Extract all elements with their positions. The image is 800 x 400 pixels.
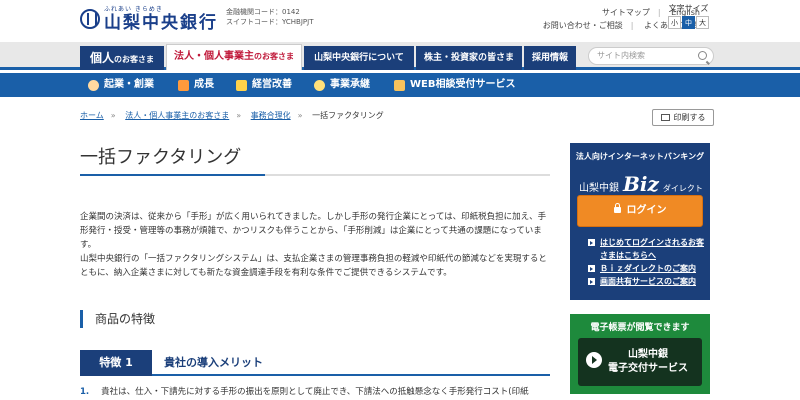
arrow-right-icon — [586, 352, 602, 368]
feature-heading: 特徴 1 貴社の導入メリット — [80, 350, 550, 376]
feature-badge: 特徴 1 — [80, 350, 152, 376]
e-document-panel: 電子帳票が閲覧できます 山梨中銀 電子交付サービス — [570, 314, 710, 394]
lock-icon — [613, 203, 621, 213]
biz-direct-panel: 法人向けインターネットバンキング 山梨中銀 Biz ダイレクト ログイン はじめてロ… — [570, 143, 710, 300]
sub-nav: 起業・創業 成長 経営改善 事業承継 WEB相談受付サービス — [0, 73, 800, 97]
biz-direct-info-link[interactable]: Ｂｉｚダイレクトのご案内 — [588, 262, 706, 275]
tab-about[interactable]: 山梨中央銀行について — [304, 46, 414, 70]
tab-recruit[interactable]: 採用情報 — [524, 46, 576, 70]
tab-corporate[interactable]: 法人・個人事業主のお客さま — [166, 44, 302, 70]
breadcrumb-rationalization[interactable]: 事務合理化 — [251, 111, 291, 120]
font-size-control: 文字サイズ 小 中 大 — [668, 3, 709, 29]
font-size-small-button[interactable]: 小 — [668, 16, 681, 29]
subnav-succession[interactable]: 事業承継 — [314, 73, 370, 97]
breadcrumb-current: 一括ファクタリング — [312, 111, 384, 120]
screen-share-link[interactable]: 画面共有サービスのご案内 — [588, 275, 706, 288]
tab-investors[interactable]: 株主・投資家の皆さま — [416, 46, 522, 70]
title-divider — [80, 174, 550, 176]
consult-icon — [394, 79, 405, 91]
intro-paragraph-1: 企業間の決済は、従来から「手形」が広く用いられてきました。しかし手形の発行企業に… — [80, 212, 547, 250]
subnav-startup[interactable]: 起業・創業 — [88, 73, 154, 97]
subnav-growth[interactable]: 成長 — [178, 73, 214, 97]
main-nav: 個人のお客さま 法人・個人事業主のお客さま 山梨中央銀行について 株主・投資家の… — [0, 42, 800, 70]
feature-title: 貴社の導入メリット — [164, 356, 263, 369]
handshake-icon — [314, 79, 325, 91]
print-button[interactable]: 印刷する — [652, 109, 714, 126]
subnav-web-consult[interactable]: WEB相談受付サービス — [394, 73, 515, 97]
logo-name: 山梨中央銀行 — [104, 13, 218, 33]
breadcrumb: ホーム» 法人・個人事業主のお客さま» 事務合理化» 一括ファクタリング — [80, 111, 384, 120]
person-icon — [88, 79, 99, 91]
list-item: 1. 貴社は、仕入・下請先に対する手形の振出を原則として廃止でき、下請法への抵触懸… — [80, 385, 550, 397]
e-document-heading: 電子帳票が閲覧できます — [590, 323, 690, 333]
font-size-medium-button[interactable]: 中 — [682, 16, 695, 29]
intro-paragraph-2: 山梨中央銀行の「一括ファクタリングシステム」は、支払企業さまの管理事務負担の軽減… — [80, 254, 547, 278]
breadcrumb-corporate[interactable]: 法人・個人事業主のお客さま — [125, 111, 229, 120]
font-size-label: 文字サイズ — [668, 4, 709, 13]
login-button[interactable]: ログイン — [577, 195, 703, 227]
font-size-large-button[interactable]: 大 — [696, 16, 709, 29]
sitemap-link[interactable]: サイトマップ — [602, 8, 650, 17]
breadcrumb-home[interactable]: ホーム — [80, 111, 104, 120]
site-header: ふれあい きらめき 山梨中央銀行 金融機関コード：0142 スイフトコード：YC… — [0, 0, 800, 42]
bank-logo-icon — [80, 9, 100, 29]
contact-link[interactable]: お問い合わせ・ご相談 — [543, 21, 623, 30]
chart-icon — [236, 79, 247, 91]
bank-code: 金融機関コード：0142 — [226, 8, 300, 16]
list-number: 1. — [80, 387, 90, 397]
printer-icon — [660, 114, 670, 121]
intro-text: 企業間の決済は、従来から「手形」が広く用いられてきました。しかし手形の発行企業に… — [80, 210, 550, 280]
search-icon[interactable] — [698, 51, 707, 60]
bank-codes: 金融機関コード：0142 スイフトコード：YCHBJPJT — [226, 7, 313, 27]
bank-logo[interactable]: ふれあい きらめき 山梨中央銀行 — [80, 6, 218, 32]
biz-panel-heading: 法人向けインターネットバンキング — [575, 152, 705, 161]
first-login-link[interactable]: はじめてログインされるお客さまはこちらへ — [588, 236, 706, 262]
swift-code: スイフトコード：YCHBJPJT — [226, 18, 314, 26]
e-document-service-button[interactable]: 山梨中銀 電子交付サービス — [578, 338, 702, 386]
section-heading: 商品の特徴 — [80, 310, 155, 328]
list-text: 貴社は、仕入・下請先に対する手形の振出を原則として廃止でき、下請法への抵触懸念な… — [101, 387, 529, 397]
biz-direct-logo: 山梨中銀 Biz ダイレクト — [579, 172, 703, 196]
tab-personal[interactable]: 個人のお客さま — [80, 46, 164, 70]
subnav-improvement[interactable]: 経営改善 — [236, 73, 292, 97]
growth-chart-icon — [178, 79, 189, 91]
site-search-input[interactable]: サイト内検索 — [588, 47, 714, 65]
page-title: 一括ファクタリング — [80, 147, 242, 168]
